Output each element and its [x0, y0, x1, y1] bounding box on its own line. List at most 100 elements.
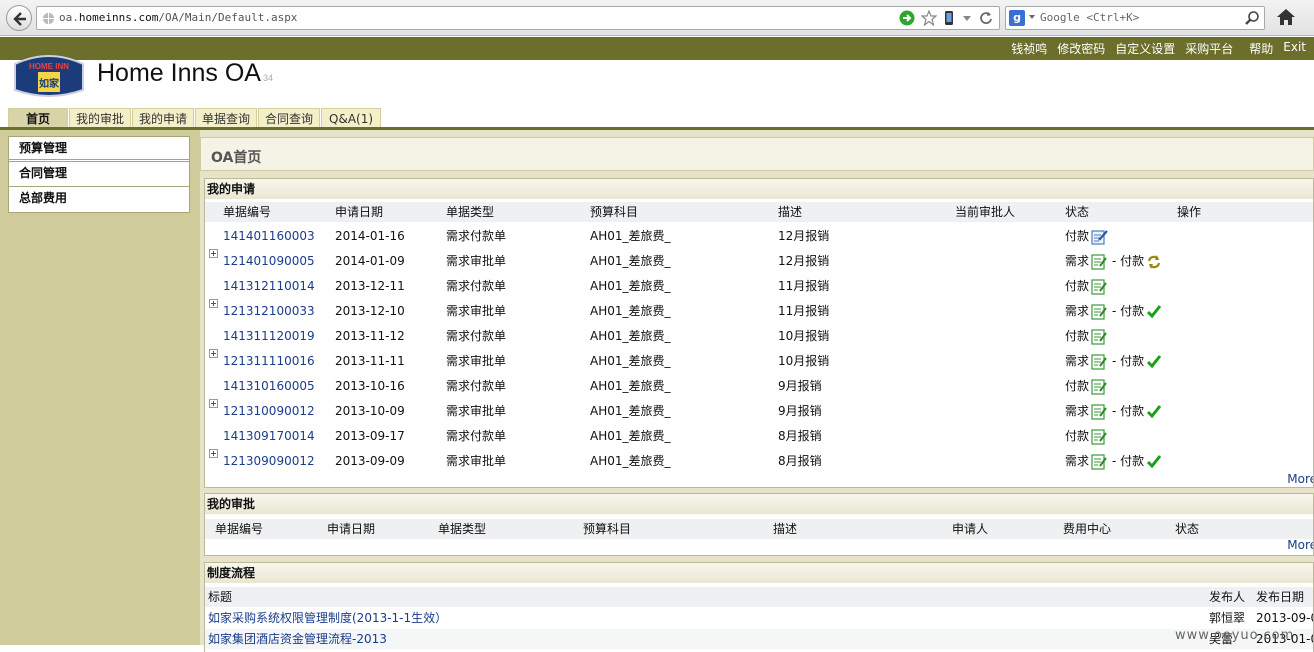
- doc-id-link[interactable]: 141311120019: [223, 324, 315, 349]
- change-password-link[interactable]: 修改密码: [1057, 40, 1105, 57]
- col-description[interactable]: 描述: [773, 519, 797, 539]
- chevron-down-icon[interactable]: [1028, 13, 1036, 21]
- col-status[interactable]: 状态: [1065, 202, 1089, 222]
- col-doc-id[interactable]: 单据编号: [223, 202, 271, 222]
- col-title[interactable]: 标题: [208, 587, 232, 607]
- expand-row-icon[interactable]: [209, 399, 218, 408]
- col-description[interactable]: 描述: [778, 202, 802, 222]
- col-doc-type[interactable]: 单据类型: [446, 202, 494, 222]
- document-approved-icon[interactable]: [1091, 378, 1107, 395]
- procurement-platform-link[interactable]: 采购平台: [1185, 40, 1233, 57]
- document-approved-icon[interactable]: [1091, 278, 1107, 295]
- mobile-icon[interactable]: [943, 10, 955, 26]
- edit-icon[interactable]: [1091, 229, 1109, 245]
- col-budget-subject[interactable]: 预算科目: [583, 519, 631, 539]
- go-arrow-icon[interactable]: [899, 10, 915, 26]
- tab-home[interactable]: 首页: [8, 108, 68, 128]
- col-publisher[interactable]: 发布人: [1209, 587, 1245, 607]
- dropdown-history-icon[interactable]: [961, 10, 973, 26]
- doc-id-link[interactable]: 141401160003: [223, 224, 315, 249]
- col-publish-date[interactable]: 发布日期: [1256, 587, 1304, 607]
- sidebar-item-hq-expenses[interactable]: 总部费用: [9, 187, 189, 212]
- col-budget-subject[interactable]: 预算科目: [590, 202, 638, 222]
- document-approved-icon[interactable]: [1091, 428, 1107, 445]
- doc-id-link[interactable]: 121311110016: [223, 349, 315, 374]
- col-doc-type[interactable]: 单据类型: [438, 519, 486, 539]
- description: 11月报销: [778, 304, 830, 318]
- policy-title-link[interactable]: 如家集团酒店资金管理流程-2013: [208, 629, 387, 649]
- my-approvals-more-link[interactable]: More: [1287, 538, 1313, 552]
- document-approved-icon[interactable]: [1091, 403, 1107, 420]
- bookmark-star-icon[interactable]: [921, 10, 937, 26]
- col-doc-id[interactable]: 单据编号: [215, 519, 263, 539]
- sidebar-item-budget[interactable]: 预算管理: [9, 137, 189, 162]
- tab-document-query[interactable]: 单据查询: [195, 108, 258, 128]
- doc-id-link[interactable]: 121309090012: [223, 449, 315, 474]
- application-row[interactable]: 141309170014 2013-09-17 需求付款单 AH01_差旅费_ 8月报销…: [205, 424, 1313, 449]
- back-button[interactable]: [6, 5, 32, 31]
- home-icon[interactable]: [1276, 8, 1296, 26]
- tab-contract-query[interactable]: 合同查询: [258, 108, 321, 128]
- document-approved-icon[interactable]: [1091, 353, 1107, 370]
- status-text: 付款: [1065, 279, 1090, 293]
- search-icon[interactable]: [1244, 10, 1260, 26]
- application-row[interactable]: 141311120019 2013-11-12 需求付款单 AH01_差旅费_ 10月报…: [205, 324, 1313, 349]
- policy-row[interactable]: 如家采购系统权限管理制度(2013-1-1生效） 郭恒翠 2013-09-0: [205, 608, 1313, 628]
- policy-publisher: 郭恒翠: [1209, 611, 1246, 625]
- check-icon: [1147, 304, 1162, 318]
- doc-id-link[interactable]: 121401090005: [223, 249, 315, 274]
- my-approvals-panel: 我的审批 单据编号 申请日期 单据类型 预算科目 描述 申请人 费用中心 状态 …: [204, 493, 1314, 556]
- expand-row-icon[interactable]: [209, 249, 218, 258]
- application-row[interactable]: 141312110014 2013-12-11 需求付款单 AH01_差旅费_ 11月报…: [205, 274, 1313, 299]
- tab-my-applications[interactable]: 我的申请: [132, 108, 195, 128]
- document-approved-icon[interactable]: [1091, 253, 1107, 270]
- check-icon: [1147, 354, 1162, 368]
- tab-my-approvals[interactable]: 我的审批: [69, 108, 132, 128]
- col-apply-date[interactable]: 申请日期: [335, 202, 383, 222]
- application-row[interactable]: 121312100033 2013-12-10 需求审批单 AH01_差旅费_ 11月报…: [205, 299, 1313, 324]
- reload-icon[interactable]: [979, 10, 993, 26]
- budget-subject: AH01_差旅费_: [590, 254, 671, 268]
- budget-subject: AH01_差旅费_: [590, 229, 671, 243]
- google-icon[interactable]: g: [1009, 10, 1025, 26]
- document-approved-icon[interactable]: [1091, 303, 1107, 320]
- doc-id-link[interactable]: 141312110014: [223, 274, 315, 299]
- col-apply-date[interactable]: 申请日期: [327, 519, 375, 539]
- doc-id-link[interactable]: 121310090012: [223, 399, 315, 424]
- application-row[interactable]: 141401160003 2014-01-16 需求付款单 AH01_差旅费_ 12月报…: [205, 224, 1313, 249]
- search-box[interactable]: g Google <Ctrl+K>: [1005, 6, 1265, 30]
- application-row[interactable]: 121309090012 2013-09-09 需求审批单 AH01_差旅费_ 8月报销…: [205, 449, 1313, 474]
- pending-refresh-icon: [1148, 254, 1161, 269]
- address-bar[interactable]: oa.homeinns.com/OA/Main/Default.aspx: [36, 6, 1000, 30]
- application-row[interactable]: 121311110016 2013-11-11 需求审批单 AH01_差旅费_ 10月报…: [205, 349, 1313, 374]
- status-cell: 付款: [1065, 324, 1107, 349]
- exit-link[interactable]: Exit: [1283, 40, 1306, 57]
- policy-title-link[interactable]: 如家采购系统权限管理制度(2013-1-1生效）: [208, 608, 447, 628]
- expand-row-icon[interactable]: [209, 449, 218, 458]
- status-text: - 付款: [1112, 304, 1145, 318]
- custom-settings-link[interactable]: 自定义设置: [1115, 40, 1175, 57]
- col-action[interactable]: 操作: [1177, 202, 1201, 222]
- tab-qa[interactable]: Q&A(1): [321, 108, 382, 128]
- application-row[interactable]: 121401090005 2014-01-09 需求审批单 AH01_差旅费_ 12月报…: [205, 249, 1313, 274]
- document-approved-icon[interactable]: [1091, 328, 1107, 345]
- user-name-link[interactable]: 钱祯鸣: [1011, 40, 1047, 57]
- doc-id-link[interactable]: 121312100033: [223, 299, 315, 324]
- doc-id-link[interactable]: 141309170014: [223, 424, 315, 449]
- col-applicant[interactable]: 申请人: [952, 519, 988, 539]
- application-row[interactable]: 121310090012 2013-10-09 需求审批单 AH01_差旅费_ 9月报销…: [205, 399, 1313, 424]
- col-cost-center[interactable]: 费用中心: [1063, 519, 1111, 539]
- expand-row-icon[interactable]: [209, 349, 218, 358]
- doc-id-link[interactable]: 141310160005: [223, 374, 315, 399]
- application-row[interactable]: 141310160005 2013-10-16 需求付款单 AH01_差旅费_ 9月报销…: [205, 374, 1313, 399]
- apply-date: 2013-10-16: [335, 379, 405, 393]
- sidebar-item-contracts[interactable]: 合同管理: [9, 162, 189, 187]
- expand-row-icon[interactable]: [209, 299, 218, 308]
- policy-row[interactable]: 如家集团酒店资金管理流程-2013 吴蕾 2013-01-0: [205, 629, 1313, 649]
- my-applications-more-link[interactable]: More: [1287, 472, 1313, 486]
- status-cell: 付款: [1065, 274, 1107, 299]
- help-link[interactable]: 帮助: [1249, 40, 1273, 57]
- col-current-approver[interactable]: 当前审批人: [955, 202, 1015, 222]
- col-status[interactable]: 状态: [1175, 519, 1199, 539]
- document-approved-icon[interactable]: [1091, 453, 1107, 470]
